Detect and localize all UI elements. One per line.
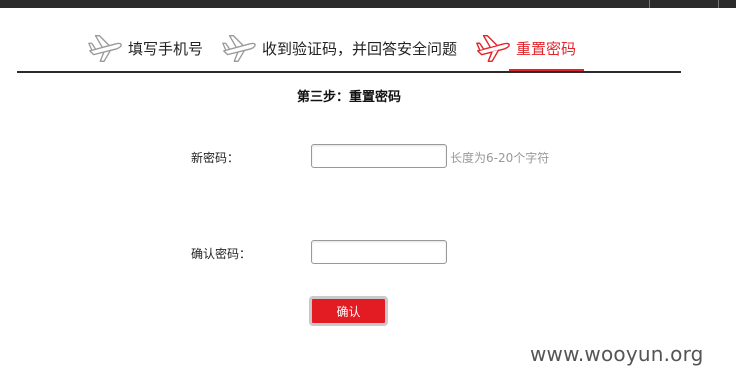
new-password-field[interactable] [311, 144, 447, 168]
airplane-icon [88, 34, 122, 62]
step-label: 收到验证码，并回答安全问题 [262, 39, 458, 58]
top-bar-divider [718, 0, 719, 8]
top-bar-divider [649, 0, 650, 8]
airplane-icon [222, 34, 256, 62]
watermark: www.wooyun.org [530, 342, 704, 366]
new-password-label: 新密码： [191, 151, 240, 165]
steps-divider [17, 71, 681, 73]
step-progress: 填写手机号 收到验证码，并回答安全问题 重置密码 [0, 28, 736, 74]
page-title: 第三步：重置密码 [296, 90, 401, 105]
step-label: 重置密码 [516, 39, 577, 58]
confirm-password-label: 确认密码： [191, 247, 252, 261]
confirm-password-field[interactable] [311, 240, 447, 264]
step-1: 填写手机号 [86, 28, 203, 68]
confirm-button[interactable]: 确认 [309, 296, 388, 326]
step-label: 填写手机号 [128, 39, 204, 58]
step-3: 重置密码 [474, 28, 576, 68]
top-bar [0, 0, 736, 8]
airplane-icon [476, 34, 510, 63]
step-2: 收到验证码，并回答安全问题 [220, 28, 457, 68]
password-length-hint: 长度为6-20个字符 [450, 151, 550, 165]
